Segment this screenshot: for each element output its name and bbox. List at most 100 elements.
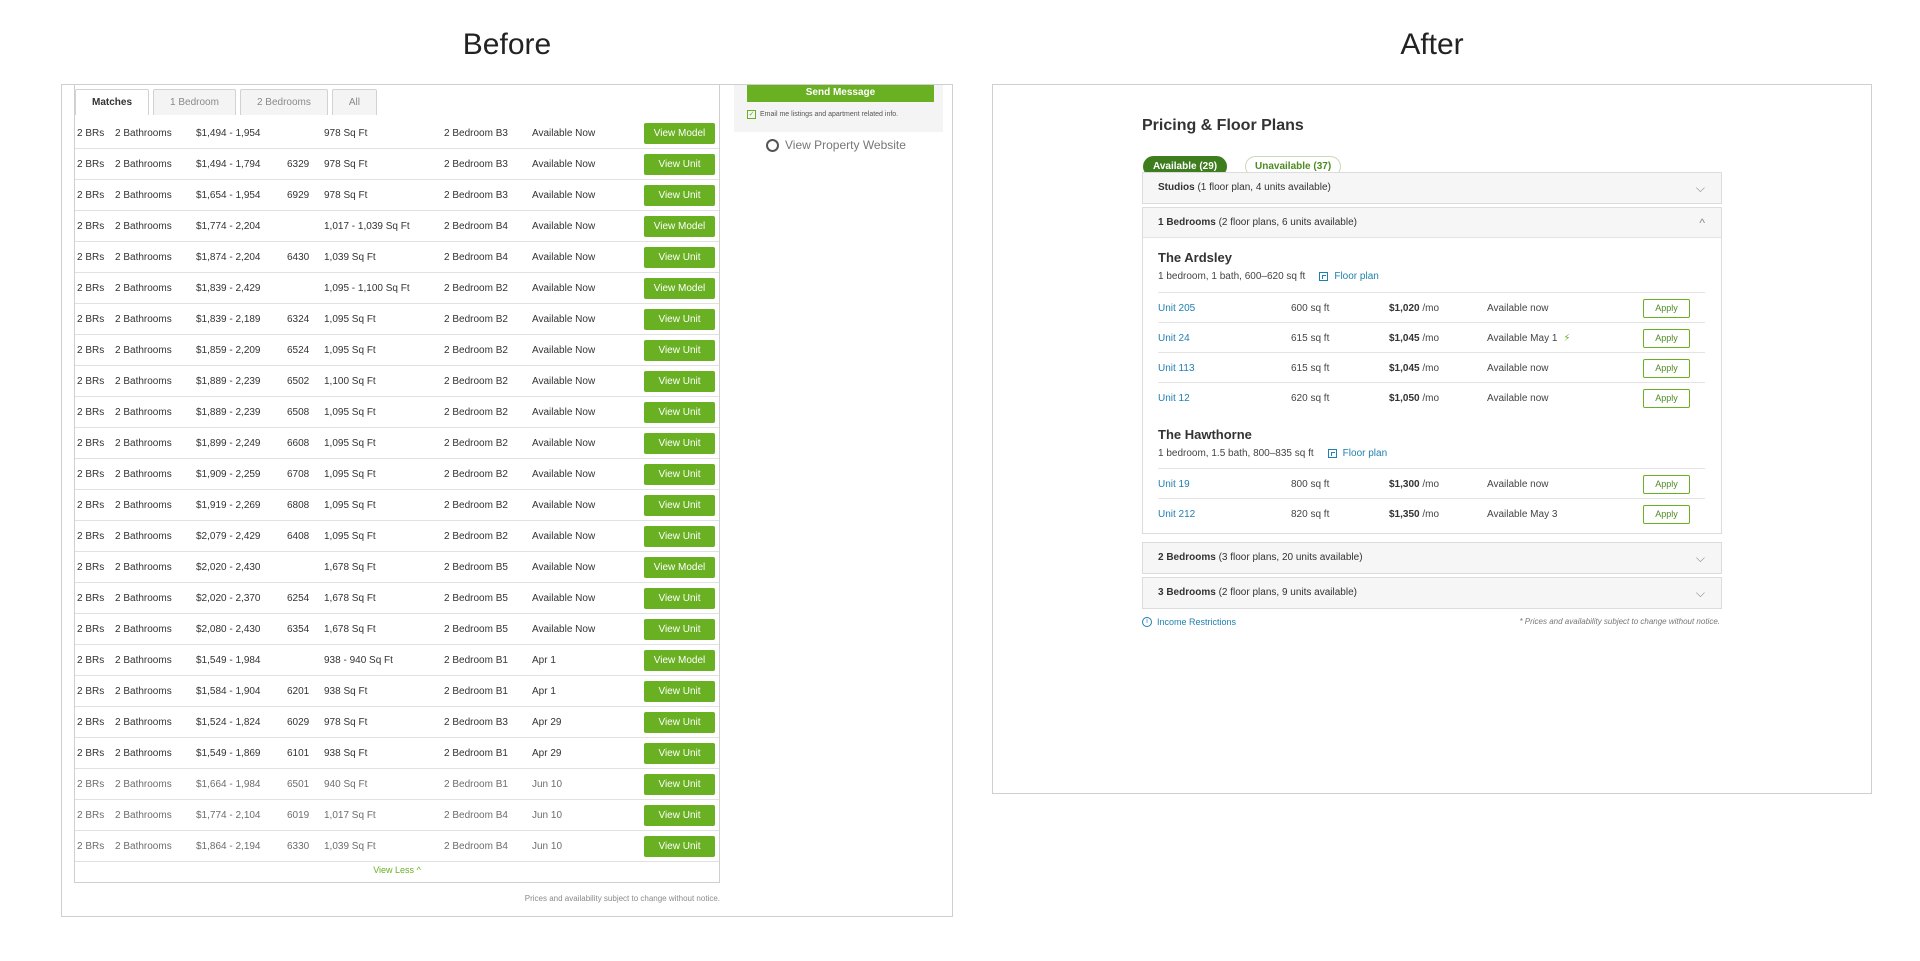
sqft-cell: 1,095 Sq Ft [324, 531, 376, 542]
availability-cell: Available Now [532, 593, 596, 604]
view-less-link[interactable]: View Less ^ [75, 865, 719, 875]
apply-button[interactable]: Apply [1643, 329, 1690, 348]
floor-plan-link[interactable]: Floor plan [1327, 448, 1387, 459]
floorplan-cell: 2 Bedroom B2 [444, 376, 508, 387]
floor-plan-label: Floor plan [1334, 271, 1379, 282]
baths-cell: 2 Bathrooms [115, 469, 172, 480]
floorplan-cell: 2 Bedroom B4 [444, 221, 508, 232]
unit-sqft: 820 sq ft [1291, 509, 1330, 520]
view-unit-button[interactable]: View Unit [644, 681, 715, 702]
table-row: 2 BRs 2 Bathrooms $1,839 - 2,429 1,095 - 1,… [75, 273, 719, 304]
sqft-cell: 1,095 Sq Ft [324, 314, 376, 325]
view-model-button[interactable]: View Model [644, 650, 715, 671]
tab-2-bedrooms[interactable]: 2 Bedrooms [239, 89, 328, 115]
view-model-button[interactable]: View Model [644, 278, 715, 299]
unit-link[interactable]: Unit 205 [1158, 303, 1195, 314]
unit-link[interactable]: Unit 212 [1158, 509, 1195, 520]
unit-link[interactable]: Unit 19 [1158, 479, 1190, 490]
apply-button[interactable]: Apply [1643, 359, 1690, 378]
view-unit-button[interactable]: View Unit [644, 526, 715, 547]
view-unit-button[interactable]: View Unit [644, 495, 715, 516]
accordion-header[interactable]: 3 Bedrooms (2 floor plans, 9 units avail… [1143, 578, 1721, 608]
floorplan-cell: 2 Bedroom B3 [444, 159, 508, 170]
view-unit-button[interactable]: View Unit [644, 774, 715, 795]
accordion-header[interactable]: Studios (1 floor plan, 4 units available… [1143, 173, 1721, 203]
unit-availability: Available now [1487, 393, 1549, 404]
view-unit-button[interactable]: View Unit [644, 433, 715, 454]
beds-cell: 2 BRs [77, 655, 105, 666]
unit-link[interactable]: Unit 113 [1158, 363, 1195, 374]
income-restrictions-link[interactable]: i Income Restrictions [1142, 617, 1236, 627]
view-unit-button[interactable]: View Unit [644, 464, 715, 485]
availability-cell: Apr 1 [532, 655, 556, 666]
view-unit-button[interactable]: View Unit [644, 402, 715, 423]
checkbox-checked-icon[interactable]: ✓ [747, 110, 756, 119]
sqft-cell: 978 Sq Ft [324, 128, 368, 139]
view-unit-button[interactable]: View Unit [644, 185, 715, 206]
view-unit-button[interactable]: View Unit [644, 247, 715, 268]
unit-link[interactable]: Unit 12 [1158, 393, 1190, 404]
availability-text: Available May 1 [1487, 333, 1558, 344]
availability-cell: Available Now [532, 221, 596, 232]
view-unit-button[interactable]: View Unit [644, 340, 715, 361]
sqft-cell: 1,039 Sq Ft [324, 841, 376, 852]
email-opt-in[interactable]: ✓ Email me listings and apartment relate… [747, 110, 898, 119]
availability-cell: Available Now [532, 128, 596, 139]
apply-button[interactable]: Apply [1643, 299, 1690, 318]
tab-matches[interactable]: Matches [75, 89, 150, 115]
price-cell: $1,859 - 2,209 [196, 345, 261, 356]
view-unit-button[interactable]: View Unit [644, 309, 715, 330]
view-unit-button[interactable]: View Unit [644, 619, 715, 640]
view-model-button[interactable]: View Model [644, 216, 715, 237]
view-unit-button[interactable]: View Unit [644, 154, 715, 175]
accordion-header[interactable]: 2 Bedrooms (3 floor plans, 20 units avai… [1143, 543, 1721, 573]
view-model-button[interactable]: View Model [644, 123, 715, 144]
floorplan-cell: 2 Bedroom B2 [444, 314, 508, 325]
section-name: 2 Bedrooms [1158, 552, 1216, 563]
table-row: 2 BRs 2 Bathrooms $1,889 - 2,239 6502 1,100 … [75, 366, 719, 397]
unit-cell: 6524 [287, 345, 310, 356]
baths-cell: 2 Bathrooms [115, 562, 172, 573]
availability-text: Available now [1487, 303, 1549, 314]
accordion-3-bedrooms[interactable]: 3 Bedrooms (2 floor plans, 9 units avail… [1142, 577, 1722, 609]
apply-button[interactable]: Apply [1643, 475, 1690, 494]
view-unit-button[interactable]: View Unit [644, 805, 715, 826]
floorplan-cell: 2 Bedroom B1 [444, 655, 508, 666]
view-unit-button[interactable]: View Unit [644, 743, 715, 764]
sqft-cell: 1,095 - 1,100 Sq Ft [324, 283, 410, 294]
view-unit-button[interactable]: View Unit [644, 588, 715, 609]
section-name: Studios [1158, 182, 1195, 193]
availability-text: Available now [1487, 363, 1549, 374]
availability-cell: Available Now [532, 500, 596, 511]
beds-cell: 2 BRs [77, 345, 105, 356]
table-row: 2 BRs 2 Bathrooms $1,494 - 1,954 978 Sq Ft 2… [75, 118, 719, 149]
price-cell: $2,020 - 2,370 [196, 593, 261, 604]
apply-button[interactable]: Apply [1643, 505, 1690, 524]
unit-cell: 6101 [287, 748, 310, 759]
tab-1-bedroom[interactable]: 1 Bedroom [153, 89, 236, 115]
view-unit-button[interactable]: View Unit [644, 712, 715, 733]
apply-button[interactable]: Apply [1643, 389, 1690, 408]
income-restrictions-label: Income Restrictions [1157, 617, 1237, 627]
floor-plan-icon [1319, 272, 1329, 281]
floorplan-cell: 2 Bedroom B2 [444, 407, 508, 418]
availability-cell: Apr 1 [532, 686, 556, 697]
unit-link[interactable]: Unit 24 [1158, 333, 1190, 344]
accordion-header[interactable]: 1 Bedrooms (2 floor plans, 6 units avail… [1143, 208, 1721, 238]
unit-cell: 6201 [287, 686, 310, 697]
accordion-2-bedrooms[interactable]: 2 Bedrooms (3 floor plans, 20 units avai… [1142, 542, 1722, 574]
view-model-button[interactable]: View Model [644, 557, 715, 578]
tab-all[interactable]: All [331, 89, 377, 115]
table-row: 2 BRs 2 Bathrooms $1,859 - 2,209 6524 1,095 … [75, 335, 719, 366]
view-unit-button[interactable]: View Unit [644, 371, 715, 392]
table-row: 2 BRs 2 Bathrooms $1,494 - 1,794 6329 978 Sq… [75, 149, 719, 180]
beds-cell: 2 BRs [77, 562, 105, 573]
view-property-website-link[interactable]: View Property Website [766, 138, 906, 152]
accordion-studios[interactable]: Studios (1 floor plan, 4 units available… [1142, 172, 1722, 204]
price-cell: $1,584 - 1,904 [196, 686, 261, 697]
send-message-button[interactable]: Send Message [747, 85, 934, 102]
unit-sqft: 600 sq ft [1291, 303, 1330, 314]
floor-plan-link[interactable]: Floor plan [1319, 271, 1379, 282]
view-unit-button[interactable]: View Unit [644, 836, 715, 857]
floorplan-cell: 2 Bedroom B5 [444, 624, 508, 635]
